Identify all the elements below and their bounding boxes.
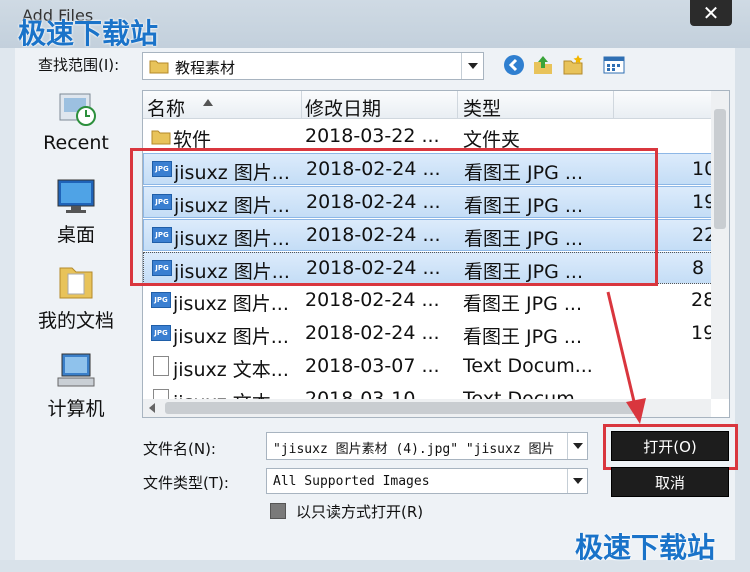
- recent-icon: [54, 88, 98, 128]
- jpg-icon: JPG: [152, 194, 172, 210]
- places-label: 计算机: [47, 398, 105, 420]
- file-date: 2018-03-07 ...: [305, 355, 440, 377]
- file-date: 2018-02-24 ...: [306, 158, 441, 180]
- file-type: 看图王 JPG ...: [464, 162, 583, 184]
- lookin-label: 查找范围(I):: [38, 56, 120, 74]
- window-edge: [735, 48, 750, 572]
- watermark-logo: 极速下载站: [18, 17, 159, 50]
- column-header-type[interactable]: 类型: [463, 94, 501, 121]
- file-type: 文件夹: [463, 129, 521, 151]
- file-date: 2018-02-24 ...: [305, 289, 440, 311]
- watermark-logo: 极速下载站: [575, 531, 716, 564]
- file-name: 软件: [173, 129, 212, 151]
- jpg-icon: JPG: [152, 260, 172, 276]
- places-computer[interactable]: 计算机: [30, 350, 122, 421]
- column-divider[interactable]: [613, 91, 614, 119]
- file-name: jisuxz 图片...: [173, 293, 289, 315]
- file-name: jisuxz 图片...: [174, 228, 290, 250]
- file-date: 2018-03-22 ...: [305, 125, 440, 147]
- folder-icon: [151, 128, 171, 150]
- list-item[interactable]: JPG jisuxz 图片... 2018-02-24 ... 看图王 JPG …: [143, 252, 713, 284]
- filetype-dropdown[interactable]: All Supported Images: [266, 468, 588, 494]
- text-file-icon: [151, 356, 169, 376]
- file-date: 2018-02-24 ...: [305, 322, 440, 344]
- file-type: 看图王 JPG ...: [463, 326, 582, 348]
- jpg-icon: JPG: [151, 292, 171, 308]
- column-header-name[interactable]: 名称: [147, 94, 185, 121]
- file-name: jisuxz 图片...: [173, 326, 289, 348]
- vertical-scrollbar[interactable]: [711, 91, 729, 399]
- folder-icon: [149, 58, 169, 78]
- lookin-value: 教程素材: [175, 59, 236, 77]
- file-date: 2018-02-24 ...: [306, 224, 441, 246]
- filename-label: 文件名(N):: [143, 440, 216, 458]
- column-header-date[interactable]: 修改日期: [305, 94, 381, 121]
- open-button[interactable]: 打开(O): [611, 431, 729, 461]
- list-item[interactable]: JPG jisuxz 图片... 2018-02-24 ... 看图王 JPG …: [143, 153, 716, 185]
- column-divider[interactable]: [457, 91, 458, 119]
- filetype-value: All Supported Images: [273, 474, 430, 489]
- up-folder-icon[interactable]: [532, 54, 554, 76]
- places-label: Recent: [43, 132, 109, 154]
- jpg-icon: JPG: [152, 161, 172, 177]
- documents-folder-icon: [54, 262, 98, 302]
- scrollbar-thumb[interactable]: [165, 402, 635, 414]
- file-name: jisuxz 图片...: [174, 261, 290, 283]
- places-recent[interactable]: Recent: [30, 88, 122, 154]
- places-label: 桌面: [56, 224, 95, 246]
- file-type: Text Docum...: [463, 355, 593, 377]
- places-documents[interactable]: 我的文档: [30, 262, 122, 333]
- readonly-checkbox[interactable]: [270, 503, 286, 519]
- file-date: 2018-02-24 ...: [306, 191, 441, 213]
- chevron-down-icon[interactable]: [567, 433, 587, 459]
- filetype-label: 文件类型(T):: [143, 474, 229, 492]
- close-button[interactable]: ✕: [690, 0, 732, 26]
- chevron-down-icon[interactable]: [567, 469, 587, 493]
- filename-value: "jisuxz 图片素材 (4).jpg" "jisuxz 图片: [273, 442, 555, 457]
- list-item[interactable]: JPG jisuxz 图片... 2018-02-24 ... 看图王 JPG …: [143, 186, 716, 218]
- lookin-dropdown[interactable]: 教程素材: [142, 52, 484, 80]
- view-menu-icon[interactable]: [603, 54, 625, 76]
- arrow-annotation-icon: [606, 291, 646, 424]
- new-folder-icon[interactable]: [562, 54, 584, 76]
- readonly-label: 以只读方式打开(R): [296, 503, 424, 521]
- list-header: 名称 修改日期 类型: [143, 91, 713, 121]
- file-name: jisuxz 图片...: [174, 195, 290, 217]
- jpg-icon: JPG: [151, 325, 171, 341]
- list-item[interactable]: JPG jisuxz 图片... 2018-02-24 ... 看图王 JPG …: [143, 219, 716, 251]
- scrollbar-thumb[interactable]: [714, 109, 726, 229]
- back-icon[interactable]: [503, 54, 525, 76]
- places-desktop[interactable]: 桌面: [30, 176, 122, 247]
- computer-icon: [54, 350, 98, 390]
- list-item[interactable]: 软件 2018-03-22 ... 文件夹: [143, 121, 713, 153]
- desktop-icon: [54, 176, 98, 216]
- places-label: 我的文档: [37, 310, 114, 332]
- jpg-icon: JPG: [152, 227, 172, 243]
- filename-input[interactable]: "jisuxz 图片素材 (4).jpg" "jisuxz 图片: [266, 432, 588, 460]
- file-type: 看图王 JPG ...: [464, 261, 583, 283]
- sort-ascending-icon: [203, 99, 213, 106]
- file-name: jisuxz 图片...: [174, 162, 290, 184]
- file-name: jisuxz 文本...: [173, 359, 289, 381]
- cancel-button[interactable]: 取消: [611, 467, 729, 497]
- file-type: 看图王 JPG ...: [464, 228, 583, 250]
- scroll-left-icon[interactable]: [149, 403, 155, 413]
- title-bar: Add Files 极速下载站 ✕: [0, 0, 750, 50]
- chevron-down-icon[interactable]: [461, 53, 483, 79]
- file-type: 看图王 JPG ...: [463, 293, 582, 315]
- column-divider[interactable]: [301, 91, 302, 119]
- file-date: 2018-02-24 ...: [306, 257, 441, 279]
- file-type: 看图王 JPG ...: [464, 195, 583, 217]
